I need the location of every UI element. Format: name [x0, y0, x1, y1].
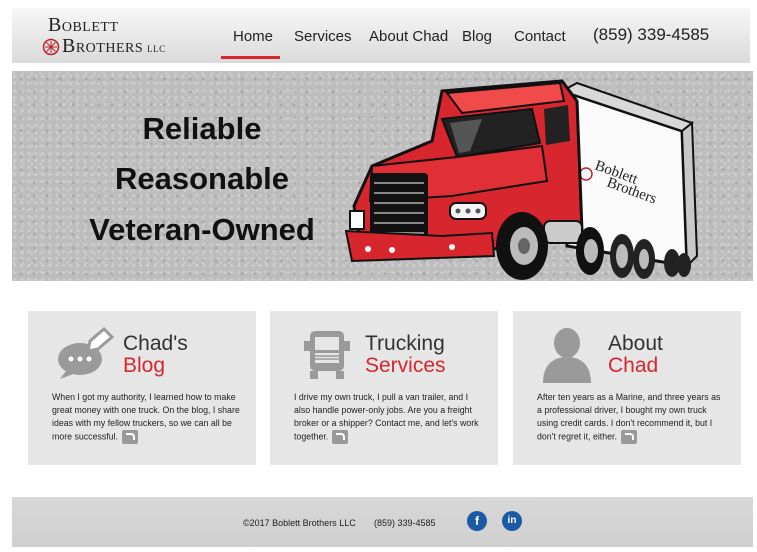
nav-contact[interactable]: Contact [514, 28, 566, 45]
chat-bubble-icon [58, 327, 115, 379]
card-blog[interactable]: Chad's Blog When I got my authority, I l… [28, 311, 256, 465]
card-about-title-2: Chad [608, 354, 659, 377]
truck-icon [304, 331, 350, 379]
hero-line-2: Reasonable [114, 161, 289, 196]
card-about[interactable]: About Chad After ten years as a Marine, … [513, 311, 741, 465]
card-about-body: After ten years as a Marine, and three y… [537, 391, 727, 444]
person-icon [543, 328, 591, 383]
card-blog-title-1: Chad's [123, 332, 188, 355]
linkedin-icon[interactable]: in [502, 511, 522, 531]
logo-suffix: llc [147, 40, 166, 55]
go-arrow-icon[interactable] [122, 430, 138, 444]
truck-illustration: Boblett Brothers [344, 79, 699, 280]
hero-line-1: Reliable [142, 111, 262, 146]
card-services-title-1: Trucking [365, 332, 445, 355]
page: Boblett Brothers llc Home Services About … [0, 0, 757, 552]
header-phone[interactable]: (859) 339-4585 [593, 25, 709, 45]
site-header: Boblett Brothers llc Home Services About … [12, 8, 750, 63]
logo-line2-text: Brothers [62, 35, 144, 57]
card-blog-body: When I got my authority, I learned how t… [52, 391, 242, 444]
nav-home[interactable]: Home [233, 28, 273, 45]
nav-services[interactable]: Services [294, 28, 352, 45]
card-services[interactable]: Trucking Services I drive my own truck, … [270, 311, 498, 465]
hero-banner: Reliable Reasonable Veteran-Owned Boblet… [12, 71, 753, 281]
go-arrow-icon[interactable] [332, 430, 349, 444]
go-arrow-icon[interactable] [620, 430, 637, 444]
logo-line1: Boblett [48, 14, 119, 36]
nav-about-chad[interactable]: About Chad [369, 28, 448, 45]
card-services-body: I drive my own truck, I pull a van trail… [294, 391, 484, 444]
site-logo[interactable]: Boblett Brothers llc [34, 14, 194, 58]
footer-phone[interactable]: (859) 339-4585 [374, 518, 436, 528]
logo-emblem-icon [42, 38, 60, 56]
logo-line2: Brothers llc [62, 35, 166, 58]
nav-active-underline [221, 56, 280, 59]
card-about-title-1: About [608, 332, 663, 355]
site-footer: ©2017 Boblett Brothers LLC (859) 339-458… [12, 497, 753, 547]
hero-line-3: Veteran-Owned [89, 212, 315, 247]
card-blog-text: When I got my authority, I learned how t… [52, 392, 240, 442]
card-services-text: I drive my own truck, I pull a van trail… [294, 392, 479, 442]
nav-blog[interactable]: Blog [462, 28, 492, 45]
facebook-icon[interactable]: f [467, 511, 487, 531]
footer-copyright: ©2017 Boblett Brothers LLC [243, 518, 356, 528]
card-services-title-2: Services [365, 354, 446, 377]
card-blog-title-2: Blog [123, 354, 166, 377]
